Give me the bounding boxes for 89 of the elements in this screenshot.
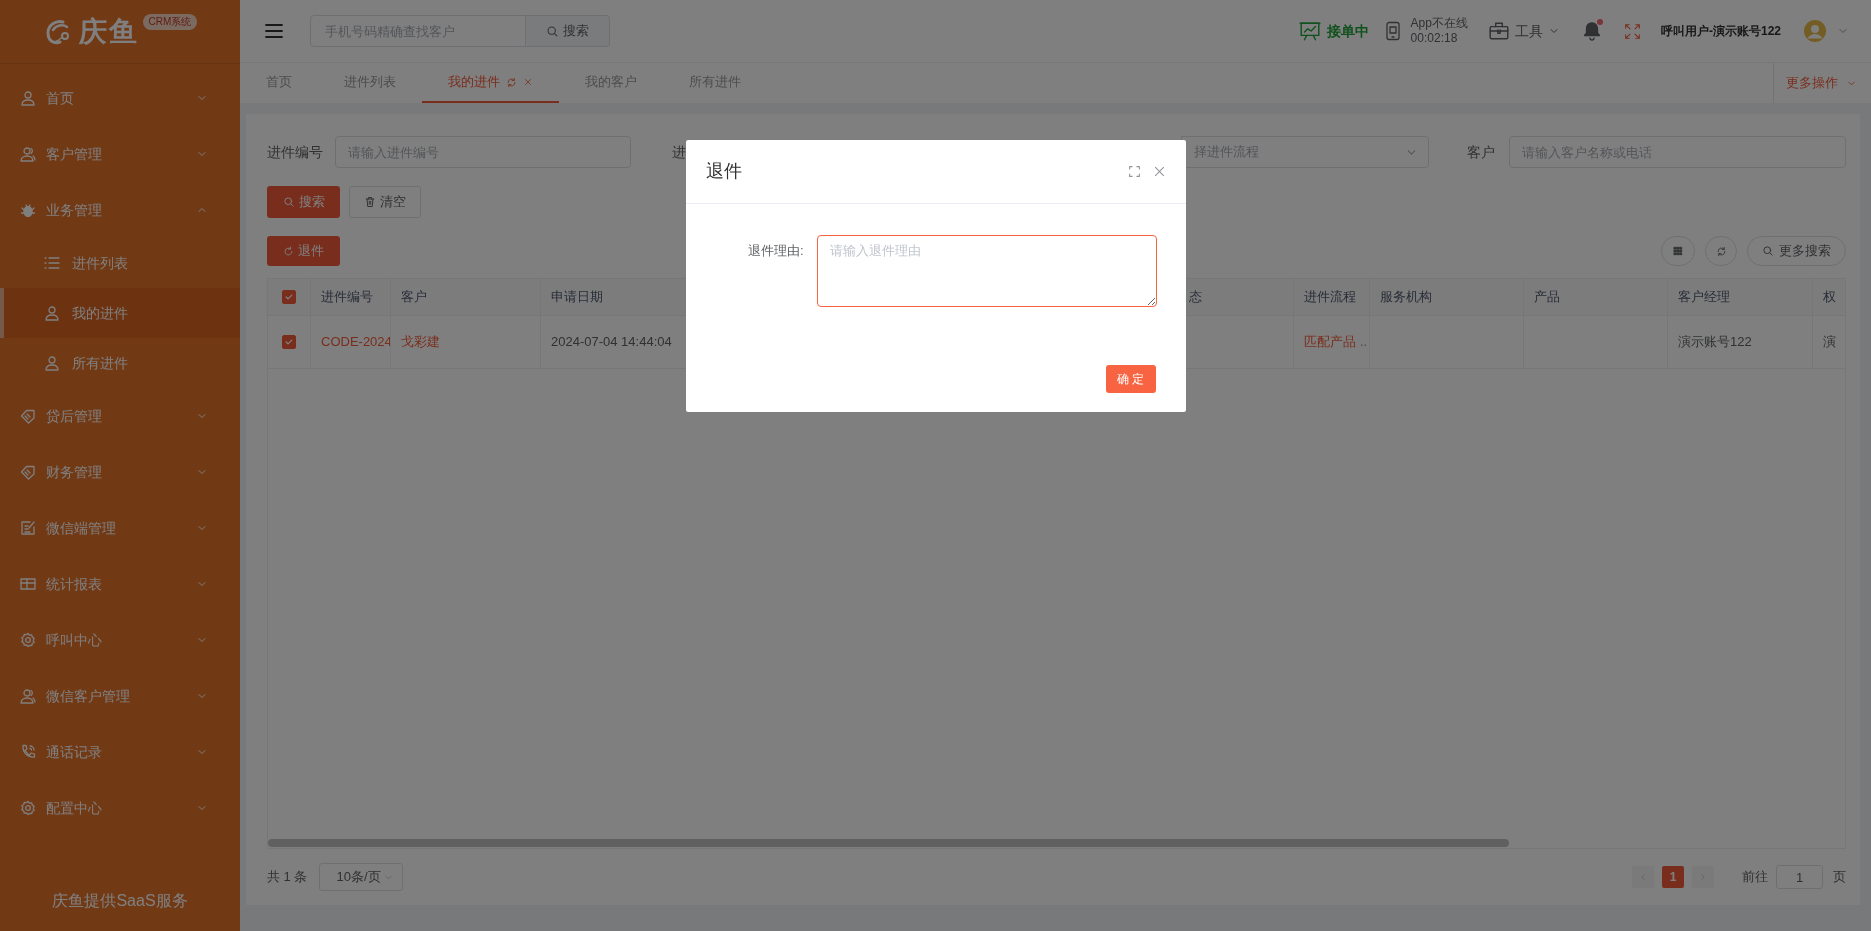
page-button[interactable]: 1 [1662,866,1684,888]
sidebar-item[interactable]: 微信端管理 [0,500,240,556]
column-header: 权 [1813,279,1845,315]
app-status: App不在线 [1410,16,1468,31]
search-button[interactable]: 搜索 [526,15,610,47]
more-text: .. [1360,333,1368,352]
checkbox[interactable] [282,335,296,349]
sidebar-item[interactable]: 财务管理 [0,444,240,500]
page-suffix: 页 [1833,868,1846,887]
person-icon [44,355,60,371]
search-icon [282,196,295,208]
bell-icon [1581,21,1602,41]
table-icon [20,576,36,592]
tools-menu[interactable]: 工具 [1487,20,1560,42]
undo-icon [283,245,294,257]
user-name: 呼叫用户-演示账号122 [1660,23,1781,40]
reason-field[interactable]: 请输入退件理由 [816,235,1157,307]
menu-icon[interactable] [264,21,284,41]
phone-icon [20,744,36,760]
search-icon [546,24,559,38]
filter-label: 进件编号 [267,142,324,162]
sidebar-item[interactable]: 客户管理 [0,126,240,182]
confirm-button[interactable]: 确 定 [1105,365,1156,393]
sidebar-item[interactable]: 呼叫中心 [0,612,240,668]
trash-icon [364,196,376,208]
toolbox-icon [1487,20,1510,42]
refresh-icon [1715,245,1727,257]
maximize-icon[interactable] [1127,165,1141,178]
filter-label: 客户 [1467,142,1496,162]
sidebar-item[interactable]: 通话记录 [0,724,240,780]
sidebar-subitem[interactable]: 进件列表 [0,238,240,288]
scrollbar[interactable] [268,839,1509,847]
return-button[interactable]: 退件 [267,236,340,266]
chart-board-icon [1298,20,1321,42]
column-header: 客户经理 [1668,279,1813,315]
list-icon [44,255,60,271]
sidebar-item[interactable]: 统计报表 [0,556,240,612]
column-header: 产品 [1524,279,1668,315]
sidebar-item[interactable]: 贷后管理 [0,388,240,444]
column-header: 进件编号 [311,279,391,315]
sidebar-item[interactable]: 微信客户管理 [0,668,240,724]
refresh-icon[interactable] [506,76,517,88]
more-actions-menu[interactable]: 更多操作 [1773,63,1871,103]
gear-icon [20,632,36,648]
fullscreen-icon[interactable] [1623,22,1641,40]
total-count: 共 1 条 [267,868,308,887]
bug-icon [20,202,36,218]
page-number-field[interactable]: 1 [1776,865,1823,889]
dialog-title: 退件 [705,160,742,183]
order-status: 接单中 [1326,21,1369,41]
person-icon [20,90,36,106]
footer-text: 庆鱼提供SaaS服务 [51,891,189,911]
field-label: 退件理由: [746,242,804,260]
close-icon[interactable] [1152,165,1166,178]
sidebar-subitem[interactable]: 所有进件 [0,338,240,388]
page-size-select[interactable]: 10条/页 [319,863,404,891]
goto-label: 前往 [1742,868,1768,887]
notification-bell[interactable] [1581,21,1602,41]
column-header: 进件流程 [1294,279,1370,315]
logo-text: 庆鱼 [78,14,139,49]
table-cell-text: 2024-07-04 14:44:04 [551,333,672,352]
close-icon[interactable] [523,77,533,87]
column-header: 客户 [391,279,541,315]
clear-button[interactable]: 清空 [349,186,421,218]
sidebar-subitem[interactable]: 我的进件 [0,288,240,338]
search-button[interactable]: 搜索 [267,186,340,218]
tab[interactable]: 我的进件 [422,63,559,103]
grid-icon [1673,246,1683,256]
table-cell-text: 演 [1823,333,1836,352]
avatar[interactable] [1803,19,1827,43]
edit-icon [20,520,36,536]
app-timer: 00:02:18 [1410,31,1459,46]
table-cell-text: 演示账号122 [1678,333,1752,352]
logo-badge: CRM系统 [142,14,198,30]
check-icon [284,337,294,347]
sidebar-item[interactable]: 配置中心 [0,780,240,836]
link[interactable]: 戈彩建 [401,332,440,352]
check-icon [284,292,294,302]
people-icon [20,688,36,704]
checkbox[interactable] [282,290,296,304]
people-icon [20,146,36,162]
gear-icon [20,800,36,816]
sidebar-item[interactable]: 首页 [0,70,240,126]
person-icon [44,305,60,321]
column-header: 服务机构 [1370,279,1524,315]
sidebar-item[interactable]: 业务管理 [0,182,240,238]
filter-label: 进 [672,142,687,162]
search-icon [1762,245,1774,257]
flow-tag: 匹配产品 [1304,332,1356,352]
